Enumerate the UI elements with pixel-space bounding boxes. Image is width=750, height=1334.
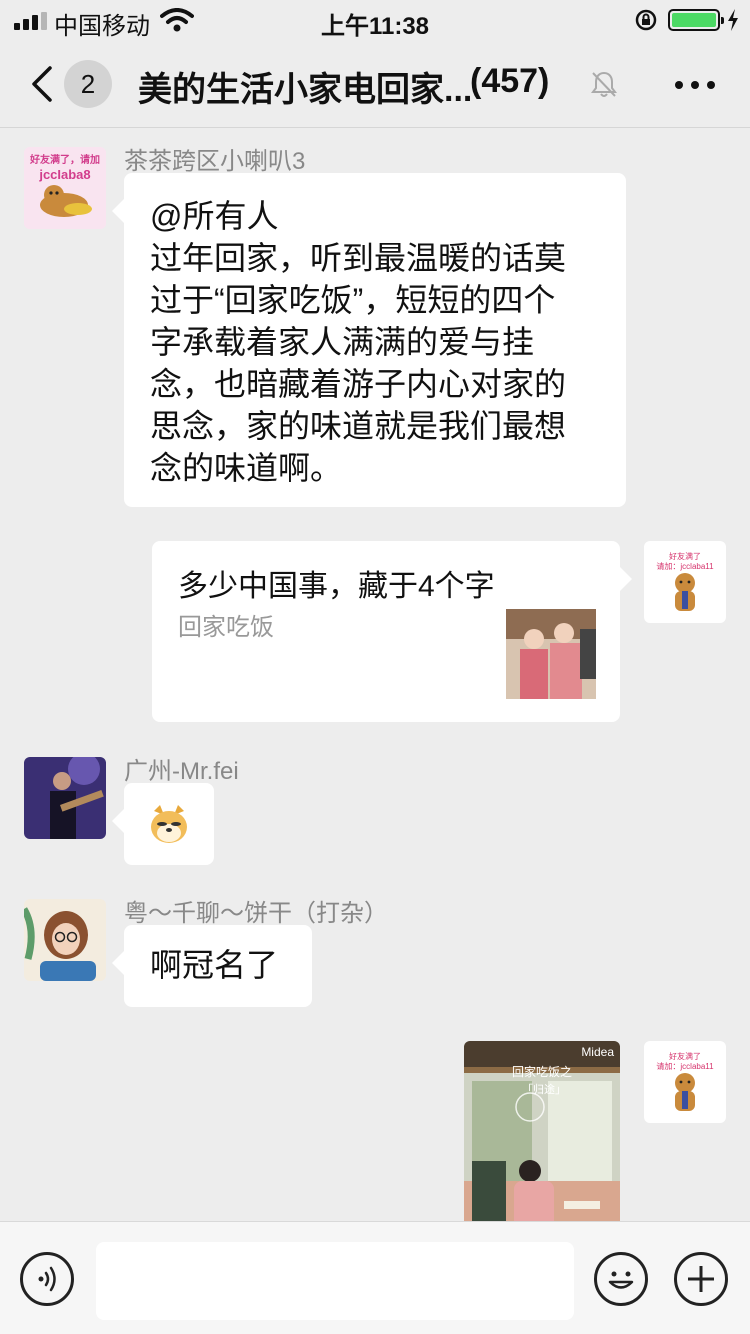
bear-sticker-icon [675, 573, 695, 611]
member-count: (457) [470, 62, 550, 100]
avatar-caption: 好友满了，请加 [30, 155, 100, 166]
poster-subtitle: 「归途」 [522, 1083, 566, 1096]
more-options-icon[interactable] [674, 80, 716, 90]
voice-button[interactable] [20, 1252, 74, 1306]
smiley-icon [608, 1271, 634, 1289]
sender-name: 茶茶跨区小喇叭3 [124, 148, 306, 175]
card-description: 回家吃饭 [178, 614, 274, 641]
my-avatar[interactable]: 好友满了 请加：jcclaba11 [644, 541, 726, 623]
muted-bell-icon [591, 71, 617, 97]
sender-name: 粤～千聊～饼干（打杂） [124, 900, 388, 927]
emoji-button[interactable] [594, 1252, 648, 1306]
battery-icon [668, 9, 724, 31]
poster-brand: Midea [581, 1045, 614, 1059]
bear-sticker-icon [675, 1073, 695, 1111]
message-line: 思念，家的味道就是我们最想 [150, 408, 567, 444]
message-bubble[interactable]: 啊冠名了 [112, 925, 312, 1007]
message-input[interactable] [96, 1242, 574, 1320]
chat-title: 美的生活小家电回家... [138, 71, 473, 109]
message-line: 念的味道啊。 [150, 450, 343, 486]
voice-icon [38, 1266, 56, 1292]
doge-emoji-icon [151, 805, 187, 843]
poster-title: 回家吃饭之 [512, 1065, 573, 1079]
link-card[interactable]: 多少中国事，藏于4个字 回家吃饭 [152, 541, 632, 722]
message-line: 字承载着家人满满的爱与挂 [150, 324, 535, 360]
my-avatar[interactable]: 好友满了 请加：jcclaba11 [644, 1041, 726, 1123]
message-bubble[interactable]: @所有人 过年回家，听到最温暖的话莫 过于“回家吃饭”，短短的四个 字承载着家人… [112, 173, 626, 507]
message-line: @所有人 [150, 198, 279, 234]
image-message[interactable]: Midea 回家吃饭之 「归途」 [464, 1041, 620, 1221]
message-text: 啊冠名了 [150, 947, 279, 983]
sender-name: 广州-Mr.fei [124, 758, 239, 785]
avatar[interactable]: 好友满了，请加 jccIaba8 [24, 147, 106, 229]
plus-icon [688, 1266, 714, 1292]
card-title: 多少中国事，藏于4个字 [178, 570, 495, 603]
unread-badge[interactable]: 2 [64, 60, 112, 108]
message-line: 过年回家，听到最温暖的话莫 [150, 240, 567, 276]
more-functions-button[interactable] [674, 1252, 728, 1306]
message-list[interactable]: 好友满了，请加 jccIaba8 茶茶跨区小喇叭3 @所有人 过年回家，听到最温… [0, 129, 750, 1221]
message-line: 念，也暗藏着游子内心对家的 [150, 366, 567, 402]
avatar[interactable] [24, 757, 106, 839]
singer-photo [24, 757, 106, 839]
rotation-lock-icon [635, 9, 657, 31]
charging-bolt-icon [728, 9, 738, 31]
back-chevron-icon[interactable] [22, 64, 62, 104]
status-bar: 中国移动 上午11:38 [0, 0, 750, 40]
input-bar [0, 1221, 750, 1334]
chat-header: 2 美的生活小家电回家... (457) [0, 40, 750, 128]
girl-illustration [24, 899, 106, 981]
avatar-caption: jccIaba8 [39, 167, 91, 182]
avatar[interactable] [24, 899, 106, 981]
sticker-bubble[interactable] [112, 783, 214, 865]
card-thumbnail [506, 609, 596, 699]
message-line: 过于“回家吃饭”，短短的四个 [150, 282, 556, 318]
